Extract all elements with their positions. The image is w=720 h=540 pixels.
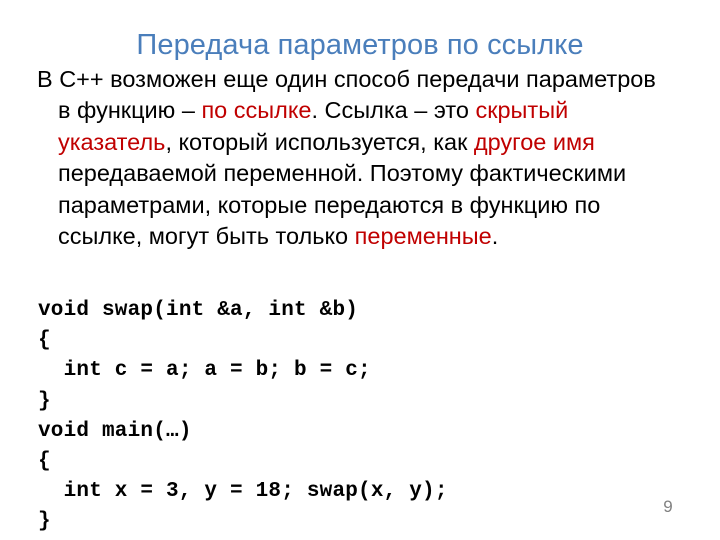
body-run-8-highlight: переменные	[354, 223, 492, 250]
body-run-6-highlight: другое имя	[473, 128, 595, 155]
page-title: Передача параметров по ссылке	[136, 29, 584, 62]
body-run-7: передаваемой переменной. Поэтому фактиче…	[58, 160, 627, 250]
body-run-2-highlight: по ссылке	[201, 97, 312, 124]
page-number: 9	[663, 497, 673, 516]
slide-canvas: Передача параметров по ссылке В С++ возм…	[0, 0, 720, 540]
body-run-5: , который используется, как	[165, 128, 474, 155]
body-paragraph: В С++ возможен еще один способ передачи …	[37, 64, 663, 252]
code-sample: void swap(int &a, int &b) { int c = a; a…	[38, 299, 448, 534]
body-text-block: В С++ возможен еще один способ передачи …	[37, 64, 663, 252]
body-run-9: .	[491, 223, 499, 250]
body-run-3: . Ссылка – это	[311, 97, 476, 124]
